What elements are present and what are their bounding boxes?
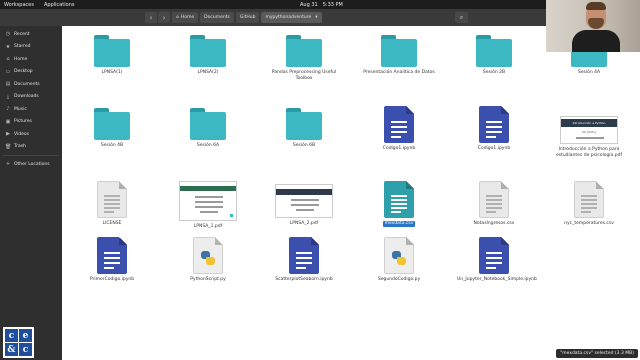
sidebar-item-pictures[interactable]: ▣ Pictures [0,116,62,129]
breadcrumb: ⌂ Home Documents GitHub mypythonadventure… [172,12,322,23]
workspaces-menu[interactable]: Workspaces [4,2,34,8]
document-icon: ▤ [5,81,11,88]
sidebar-item-home[interactable]: ⌂ Home [0,53,62,66]
notebook-file-icon [479,106,509,143]
file-item[interactable]: Sesión 6A [171,108,245,149]
clock-icon: ◷ [5,31,11,38]
breadcrumb-home[interactable]: ⌂ Home [172,12,199,23]
folder-icon [190,35,226,67]
forward-button[interactable]: › [158,12,170,23]
file-item[interactable]: Sesión 6B [267,108,341,149]
search-icon: ⌕ [459,13,464,21]
file-item[interactable]: Sesión 2B [457,35,531,76]
folder-icon [476,35,512,67]
trash-icon: 🗑 [5,143,12,150]
sidebar-item-desktop[interactable]: ▭ Desktop [0,66,62,79]
file-item[interactable]: SegundoCodigo.py [362,237,436,283]
sidebar: ◷ Recent ★ Starred ⌂ Home ▭ Desktop ▤ Documen… [0,26,62,360]
back-button[interactable]: ‹ [145,12,157,23]
pdf-thumbnail [275,184,333,218]
sidebar-item-music[interactable]: ♪ Music [0,103,62,116]
file-item[interactable]: PythonScript.py [171,237,245,283]
file-item[interactable]: Pandas Preprocessing Useful Toolbox [267,35,341,81]
home-icon: ⌂ [6,56,10,63]
breadcrumb-github[interactable]: GitHub [235,12,260,23]
file-item-selected[interactable]: mexdata.csv [362,181,436,227]
file-item[interactable]: LPNSA(1) [75,35,149,76]
clock-date: Aug 31 [300,1,318,8]
sidebar-item-videos[interactable]: ▶ Videos [0,128,62,141]
file-item[interactable]: LPNSA_2.pdf [267,184,341,227]
breadcrumb-current-folder[interactable]: mypythonadventure ▾ [261,12,322,23]
csv-file-icon [384,181,414,218]
music-icon: ♪ [6,106,10,113]
star-icon: ★ [5,43,11,50]
breadcrumb-documents[interactable]: Documents [200,12,234,23]
folder-icon [94,108,130,140]
video-icon: ▶ [6,131,10,138]
file-item[interactable]: LPNSA(2) [171,35,245,76]
sidebar-item-documents[interactable]: ▤ Documents [0,78,62,91]
text-file-icon [479,181,509,218]
file-item[interactable]: ScatterplotSeaborn.ipynb [267,237,341,283]
file-item[interactable]: Codigo1.ipynb [362,106,436,152]
selection-status: "mexdata.csv" selected (3.3 MB) [556,349,638,358]
plus-icon: + [5,161,11,168]
pdf-thumbnail: Introducción a Python 20 (50%) [560,116,618,144]
file-item[interactable]: Sesión 4B [75,108,149,149]
file-item[interactable]: NotasIngresos.csv [457,181,531,227]
pdf-thumbnail [179,181,237,221]
folder-icon [190,108,226,140]
clock[interactable]: Aug 31 5:33 PM [300,2,343,8]
chevron-right-icon: › [162,13,166,22]
text-file-icon [574,181,604,218]
sidebar-divider [3,155,59,156]
file-item[interactable]: Un_Jupyter_Notebook_Simple.ipynb [457,237,537,283]
top-bar: Workspaces Applications Aug 31 5:33 PM [0,0,640,9]
clock-time: 5:33 PM [322,1,343,8]
picture-icon: ▣ [5,118,11,125]
folder-icon [286,35,322,67]
file-manager-header: ‹ › ⌂ Home Documents GitHub mypythonadven… [0,9,640,26]
file-item[interactable]: PrimerCodigo.ipynb [75,237,149,283]
python-file-icon [193,237,223,274]
sidebar-item-other-locations[interactable]: + Other Locations [0,158,62,171]
file-item[interactable]: LPNSA_1.pdf [171,181,245,230]
chevron-down-icon: ▾ [315,15,318,20]
notebook-file-icon [97,237,127,274]
desktop-icon: ▭ [5,68,11,75]
chevron-left-icon: ‹ [149,13,153,22]
file-item[interactable]: Presentación Analítica de Datos [362,35,436,76]
sidebar-item-trash[interactable]: 🗑 Trash [0,141,62,154]
notebook-file-icon [289,237,319,274]
applications-menu[interactable]: Applications [44,2,75,8]
notebook-file-icon [384,106,414,143]
text-file-icon [97,181,127,218]
home-icon: ⌂ [176,15,179,20]
sidebar-item-recent[interactable]: ◷ Recent [0,28,62,41]
file-item[interactable]: Introducción a Python 20 (50%) Introducc… [552,116,626,158]
python-file-icon [384,237,414,274]
file-item[interactable]: LICENSE [75,181,149,227]
file-item[interactable]: nyc_temperatures.csv [552,181,626,227]
file-item[interactable]: Codigo1.ipynb [457,106,531,152]
file-grid: LPNSA(1) LPNSA(2) Pandas Preprocessing U… [62,26,640,360]
folder-icon [286,108,322,140]
webcam-overlay [546,0,640,52]
sidebar-item-downloads[interactable]: ⤓ Downloads [0,91,62,104]
channel-logo: c e & c [3,327,34,358]
download-icon: ⤓ [6,93,10,100]
folder-icon [94,35,130,67]
notebook-file-icon [479,237,509,274]
folder-icon [381,35,417,67]
sidebar-item-starred[interactable]: ★ Starred [0,41,62,54]
search-button[interactable]: ⌕ [455,12,468,23]
